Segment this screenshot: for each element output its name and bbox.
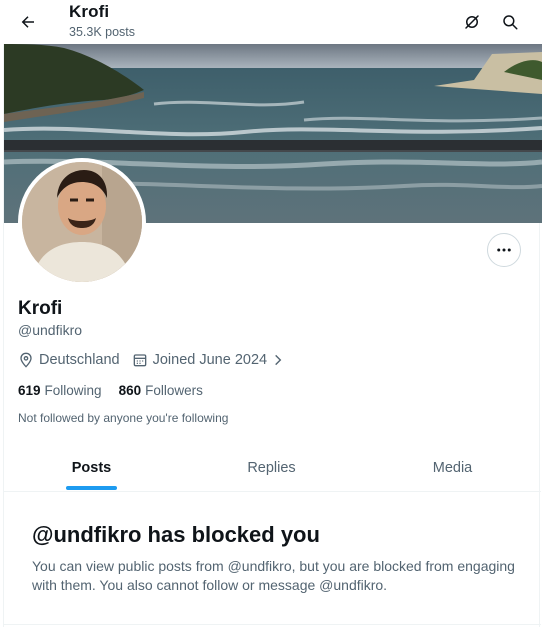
blocked-title: @undfikro has blocked you [32, 522, 320, 547]
profile-meta: Deutschland Joined June 2024 [18, 352, 302, 368]
back-button[interactable] [12, 6, 44, 38]
location-item: Deutschland [18, 352, 120, 368]
profile-avatar[interactable] [18, 158, 146, 286]
profile-handle: @undfikro [18, 322, 83, 338]
following-link[interactable]: 619 Following [18, 383, 102, 398]
tab-posts[interactable]: Posts [4, 444, 179, 492]
tab-replies[interactable]: Replies [179, 444, 364, 492]
joined-item[interactable]: Joined June 2024 [132, 352, 291, 368]
search-button[interactable] [494, 6, 526, 38]
avatar-photo-image [22, 162, 142, 282]
followers-count: 860 [118, 383, 142, 398]
header-post-count: 35.3K posts [69, 25, 136, 39]
location-pin-icon [20, 352, 32, 368]
chevron-right-icon [275, 354, 282, 366]
blocked-message: You can view public posts from @undfikro… [32, 558, 515, 593]
profile-name: Krofi [18, 298, 63, 319]
arrow-left-icon [21, 16, 34, 28]
search-icon [503, 15, 518, 30]
calendar-icon [133, 354, 146, 367]
followers-link[interactable]: 860 Followers [119, 383, 203, 398]
not-followed-note: Not followed by anyone you're following [18, 411, 229, 425]
bottom-divider [4, 624, 541, 625]
followers-label: Followers [145, 383, 203, 398]
top-bar: Krofi 35.3K posts [0, 0, 542, 44]
joined-text: Joined June 2024 [152, 352, 268, 368]
more-options-button[interactable] [487, 233, 521, 267]
profile-tabs: Posts Replies Media [4, 444, 541, 492]
active-tab-indicator [66, 486, 117, 490]
more-dots-icon [497, 248, 511, 252]
following-label: Following [44, 383, 102, 398]
grok-icon [465, 15, 479, 29]
following-count: 619 [18, 383, 41, 398]
grok-button[interactable] [456, 6, 488, 38]
location-text: Deutschland [39, 352, 120, 368]
follow-stats: 619 Following 860 Followers [18, 383, 220, 398]
header-title: Krofi [69, 2, 110, 21]
tab-media[interactable]: Media [364, 444, 541, 492]
